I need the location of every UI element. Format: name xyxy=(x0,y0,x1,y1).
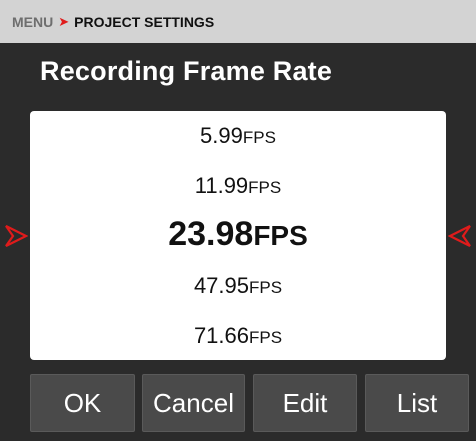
frame-rate-option[interactable]: 11.99FPS xyxy=(30,173,446,199)
frame-rate-option[interactable]: 71.66FPS xyxy=(30,323,446,349)
selection-arrow-left-icon xyxy=(1,111,31,360)
frame-rate-option[interactable]: 5.99FPS xyxy=(30,123,446,149)
page-title: Recording Frame Rate xyxy=(40,56,333,86)
button-bar: OK Cancel Edit List xyxy=(0,374,476,441)
selection-arrow-right-icon xyxy=(445,111,475,360)
frame-rate-option[interactable]: 47.95FPS xyxy=(30,273,446,299)
list-button[interactable]: List xyxy=(365,374,469,432)
edit-button[interactable]: Edit xyxy=(253,374,357,432)
frame-rate-option-selected[interactable]: 23.98FPS xyxy=(30,215,446,254)
breadcrumb-current: PROJECT SETTINGS xyxy=(74,13,215,30)
cancel-button[interactable]: Cancel xyxy=(142,374,245,432)
frame-rate-picker[interactable]: 5.99FPS 11.99FPS 23.98FPS 47.95FPS 71.66… xyxy=(30,111,446,360)
breadcrumb-separator-icon: ➤ xyxy=(58,13,70,29)
ok-button[interactable]: OK xyxy=(30,374,135,432)
breadcrumb: MENU ➤ PROJECT SETTINGS xyxy=(0,0,476,43)
breadcrumb-menu[interactable]: MENU xyxy=(12,14,53,30)
